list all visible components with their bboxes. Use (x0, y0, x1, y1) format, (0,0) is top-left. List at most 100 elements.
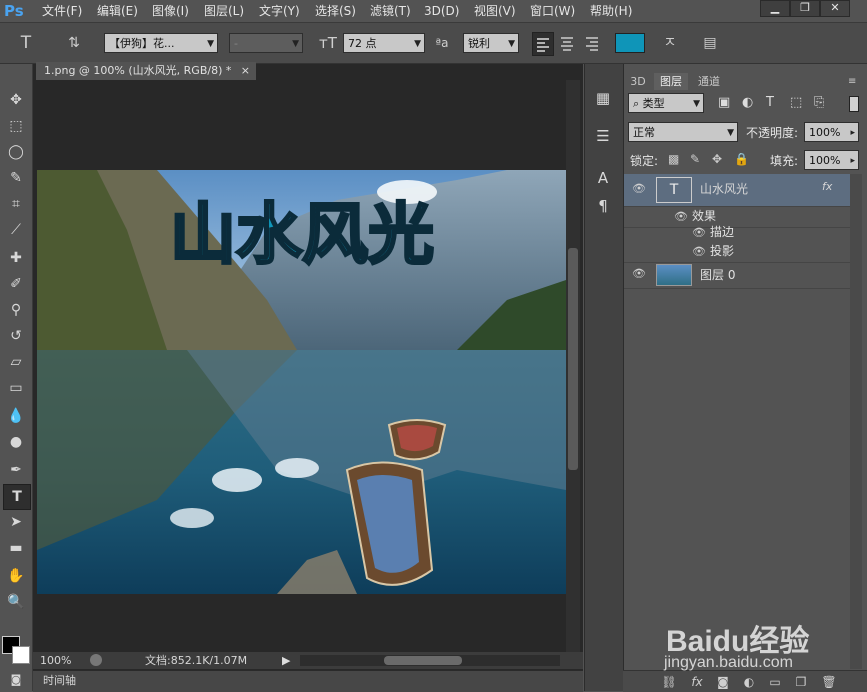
path-selection-tool-icon[interactable]: ➤ (3, 510, 29, 534)
filter-type-icon[interactable]: T (766, 95, 774, 110)
document-tab[interactable]: 1.png @ 100% (山水风光, RGB/8) * × (36, 62, 256, 80)
eyedropper-tool-icon[interactable]: ⟋ (3, 218, 29, 242)
properties-panel-icon[interactable]: ☰ (590, 124, 616, 148)
close-window-button[interactable]: ✕ (820, 0, 850, 17)
gradient-tool-icon[interactable]: ▭ (3, 376, 29, 400)
filter-pixel-icon[interactable]: ▣ (718, 95, 730, 110)
history-brush-tool-icon[interactable]: ↺ (3, 324, 29, 348)
minimize-button[interactable]: ▁ (760, 0, 790, 17)
menu-image[interactable]: 图像(I) (152, 3, 189, 19)
filter-smart-object-icon[interactable]: ⎘ (814, 95, 824, 110)
type-tool-preset-icon[interactable]: T (16, 33, 36, 53)
character-panel-icon[interactable]: ▤ (700, 33, 720, 53)
type-tool-icon[interactable]: T (3, 484, 31, 510)
eraser-tool-icon[interactable]: ▱ (3, 350, 29, 374)
filter-toggle[interactable] (849, 96, 859, 112)
tab-channels[interactable]: 通道 (692, 73, 726, 90)
zoom-tool-icon[interactable]: 🔍 (3, 590, 29, 614)
menu-select[interactable]: 选择(S) (315, 3, 356, 19)
drop-shadow-effect-row[interactable]: 👁 投影 (624, 241, 850, 263)
filter-kind-value: 类型 (642, 97, 665, 110)
new-layer-icon[interactable]: ❐ (792, 674, 810, 690)
menu-layer[interactable]: 图层(L) (204, 3, 244, 19)
font-size-select[interactable]: 72 点 ▼ (343, 33, 425, 53)
timeline-panel[interactable]: 时间轴 (33, 670, 583, 692)
delete-layer-icon[interactable]: 🗑 (820, 674, 838, 690)
canvas-text-layer[interactable]: 山水风光 (169, 195, 436, 275)
lasso-tool-icon[interactable]: ◯ (3, 140, 29, 164)
brush-tool-icon[interactable]: ✐ (3, 272, 29, 296)
close-tab-icon[interactable]: × (241, 62, 250, 80)
restore-button[interactable]: ❐ (790, 0, 820, 17)
canvas-image[interactable]: 山水风光 (37, 170, 566, 594)
fill-input[interactable]: 100% ▸ (804, 150, 859, 170)
tab-3d[interactable]: 3D (626, 73, 650, 90)
filter-shape-icon[interactable]: ⬚ (790, 95, 802, 110)
menu-3d[interactable]: 3D(D) (424, 3, 459, 19)
character-panel-icon[interactable]: A (590, 166, 616, 190)
zoom-level[interactable]: 100% (40, 652, 71, 669)
clone-stamp-tool-icon[interactable]: ⚲ (3, 298, 29, 322)
hand-tool-icon[interactable]: ✋ (3, 564, 29, 588)
quick-select-tool-icon[interactable]: ✎ (3, 166, 29, 190)
menu-type[interactable]: 文字(Y) (259, 3, 300, 19)
crop-tool-icon[interactable]: ⌗ (3, 192, 29, 216)
tab-layers[interactable]: 图层 (654, 73, 688, 90)
lock-position-icon[interactable]: ✥ (712, 152, 722, 166)
filter-adjustment-icon[interactable]: ◐ (742, 95, 753, 110)
menu-window[interactable]: 窗口(W) (530, 3, 575, 19)
pen-tool-icon[interactable]: ✒ (3, 458, 29, 482)
text-color-swatch[interactable] (615, 33, 645, 53)
panel-menu-icon[interactable]: ≡ (848, 76, 856, 87)
blend-mode-select[interactable]: 正常 ▼ (628, 122, 738, 142)
paragraph-panel-icon[interactable]: ¶ (590, 194, 616, 218)
add-style-fx-icon[interactable]: fx (688, 674, 706, 690)
font-style-select[interactable]: - ▼ (229, 33, 303, 53)
warp-text-icon[interactable]: ㅈ (660, 33, 680, 53)
layers-scrollbar[interactable] (850, 174, 862, 669)
status-arrow-icon[interactable]: ▶ (282, 652, 290, 669)
new-group-icon[interactable]: ▭ (766, 674, 784, 690)
menu-help[interactable]: 帮助(H) (590, 3, 632, 19)
blur-tool-icon[interactable]: 💧 (3, 404, 29, 428)
visibility-eye-icon[interactable]: 👁 (632, 267, 646, 280)
menu-edit[interactable]: 编辑(E) (97, 3, 138, 19)
link-layers-icon[interactable]: ⛓ (660, 674, 678, 690)
menu-view[interactable]: 视图(V) (474, 3, 516, 19)
menu-filter[interactable]: 滤镜(T) (370, 3, 411, 19)
status-menu-icon[interactable] (90, 654, 102, 666)
align-center-button[interactable] (557, 32, 577, 54)
align-right-button[interactable] (582, 32, 602, 54)
healing-brush-tool-icon[interactable]: ✚ (3, 246, 29, 270)
menu-file[interactable]: 文件(F) (42, 3, 82, 19)
background-color-swatch[interactable] (12, 646, 30, 664)
align-left-button[interactable] (532, 32, 554, 56)
lock-all-icon[interactable]: 🔒 (734, 152, 749, 166)
visibility-eye-icon[interactable]: 👁 (632, 182, 646, 195)
fill-label: 填充: (770, 154, 799, 168)
visibility-eye-icon[interactable]: 👁 (692, 222, 706, 243)
quick-mask-icon[interactable]: ◙ (3, 668, 29, 692)
layer-row-image[interactable]: 👁 图层 0 (624, 262, 850, 289)
adjustment-layer-icon[interactable]: ◐ (740, 674, 758, 690)
rectangle-tool-icon[interactable]: ▬ (3, 536, 29, 560)
lock-pixels-icon[interactable]: ✎ (690, 152, 700, 166)
lock-transparent-icon[interactable]: ▩ (668, 152, 679, 166)
toggle-text-orientation-icon[interactable]: ⇅ (64, 33, 84, 53)
visibility-eye-icon[interactable]: 👁 (692, 241, 706, 262)
antialias-select[interactable]: 锐利 ▼ (463, 33, 519, 53)
drop-shadow-effect-label: 投影 (710, 244, 735, 258)
layer-filter-select[interactable]: ⌕ 类型 ▼ (628, 93, 704, 113)
stroke-effect-row[interactable]: 👁 描边 (624, 222, 850, 243)
history-panel-icon[interactable]: ▦ (590, 86, 616, 110)
dodge-tool-icon[interactable]: ● (3, 430, 29, 454)
marquee-tool-icon[interactable]: ⬚ (3, 114, 29, 138)
horizontal-scroll-thumb[interactable] (384, 656, 462, 665)
vertical-scroll-thumb[interactable] (568, 248, 578, 470)
move-tool-icon[interactable]: ✥ (3, 88, 29, 112)
add-mask-icon[interactable]: ◙ (714, 674, 732, 690)
opacity-input[interactable]: 100% ▸ (804, 122, 859, 142)
layer-row-text[interactable]: 👁 T 山水风光 fx (624, 174, 850, 207)
font-family-select[interactable]: 【伊狗】花... ▼ (104, 33, 218, 53)
layer-effects-fx-icon[interactable]: fx (822, 180, 832, 193)
